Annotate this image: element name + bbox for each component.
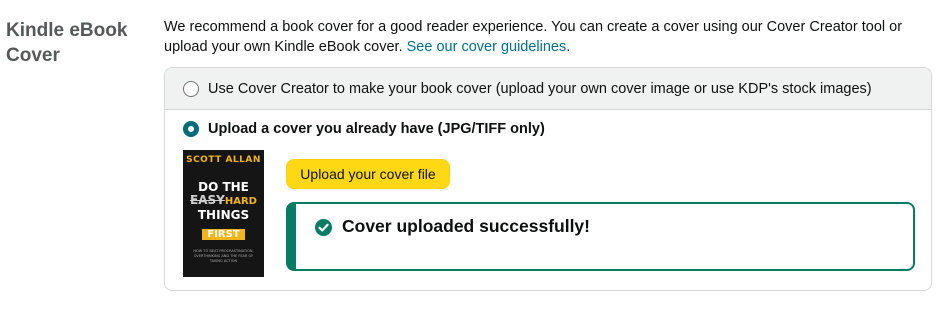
upload-cover-label: Upload a cover you already have (JPG/TIF… xyxy=(208,121,545,137)
check-circle-icon xyxy=(315,219,332,236)
cover-title-strike: EASY xyxy=(190,193,225,207)
option-cover-creator[interactable]: Use Cover Creator to make your book cove… xyxy=(165,68,931,110)
upload-success-alert: Cover uploaded successfully! xyxy=(286,202,915,271)
cover-title-line3: THINGS xyxy=(197,208,250,222)
cover-thumbnail: SCOTT ALLAN DO THE EASYHARD THINGS FIRST… xyxy=(183,150,264,277)
cover-title-line2: EASYHARD xyxy=(183,194,264,208)
upload-cover-radio[interactable] xyxy=(183,121,199,137)
cover-creator-label: Use Cover Creator to make your book cove… xyxy=(208,80,872,97)
cover-title-line1: DO THE xyxy=(198,180,249,194)
cover-title-line4: FIRST xyxy=(202,229,245,240)
intro-text: We recommend a book cover for a good rea… xyxy=(164,17,944,57)
upload-success-message: Cover uploaded successfully! xyxy=(342,216,590,236)
option-upload-cover[interactable]: Upload a cover you already have (JPG/TIF… xyxy=(183,121,545,137)
cover-guidelines-link[interactable]: See our cover guidelines xyxy=(407,39,567,55)
section-label: Kindle eBook Cover xyxy=(6,20,128,66)
cover-author: SCOTT ALLAN xyxy=(186,155,261,165)
upload-cover-button[interactable]: Upload your cover file xyxy=(286,159,450,189)
cover-options-card: Use Cover Creator to make your book cove… xyxy=(164,67,932,291)
cover-subtitle: HOW TO BEAT PROCRASTINATION, OVERTHINKIN… xyxy=(193,249,254,263)
cover-creator-radio[interactable] xyxy=(183,80,199,97)
intro-period: . xyxy=(566,39,571,55)
cover-title-alt: HARD xyxy=(224,196,257,207)
